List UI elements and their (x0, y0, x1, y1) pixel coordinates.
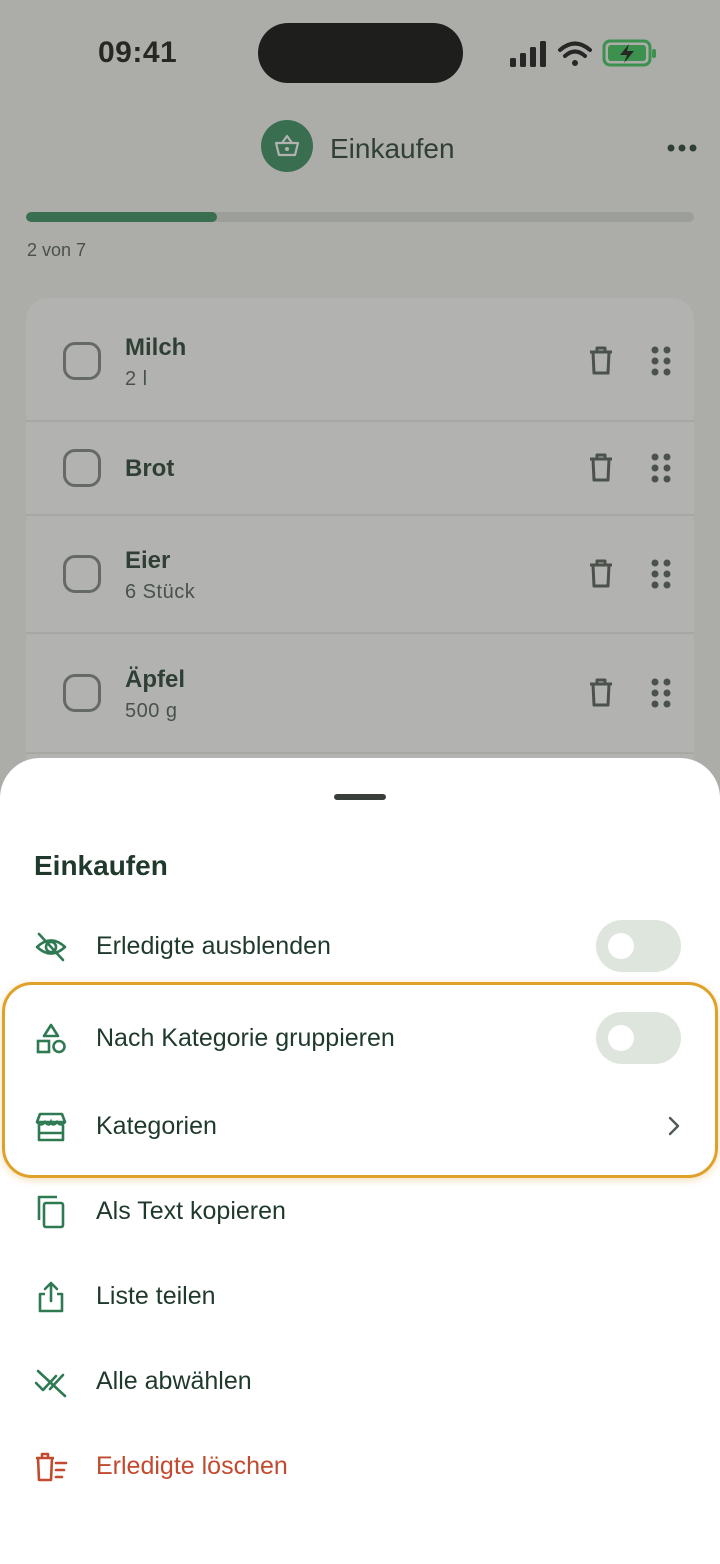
option-delete-completed[interactable]: Erledigte löschen (0, 1426, 720, 1506)
option-label: Liste teilen (96, 1282, 216, 1310)
chevron-right-icon (668, 1116, 680, 1136)
sheet-drag-handle[interactable] (334, 794, 386, 800)
delete-done-icon (36, 1452, 68, 1482)
option-label: Als Text kopieren (96, 1197, 286, 1225)
option-label: Alle abwählen (96, 1367, 252, 1395)
share-icon (38, 1281, 64, 1313)
option-deselect-all[interactable]: Alle abwählen (0, 1341, 720, 1421)
copy-icon (37, 1195, 65, 1229)
option-share-list[interactable]: Liste teilen (0, 1256, 720, 1336)
eye-off-icon (35, 932, 67, 962)
group-by-category-toggle[interactable] (596, 1012, 681, 1064)
option-categories[interactable]: Kategorien (0, 1086, 720, 1166)
uncheck-all-icon (34, 1369, 67, 1398)
option-copy-as-text[interactable]: Als Text kopieren (0, 1171, 720, 1251)
option-group-by-category[interactable]: Nach Kategorie gruppieren (0, 998, 720, 1078)
options-bottom-sheet: Einkaufen Erledigte ausblenden Nach Kate… (0, 758, 720, 1564)
option-label: Erledigte ausblenden (96, 932, 331, 960)
shapes-icon (36, 1023, 66, 1054)
option-label: Nach Kategorie gruppieren (96, 1024, 395, 1052)
store-icon (35, 1112, 67, 1142)
sheet-title: Einkaufen (34, 850, 168, 881)
option-label: Erledigte löschen (96, 1452, 288, 1480)
option-label: Kategorien (96, 1112, 217, 1140)
option-hide-completed[interactable]: Erledigte ausblenden (0, 906, 720, 986)
hide-completed-toggle[interactable] (596, 920, 681, 972)
